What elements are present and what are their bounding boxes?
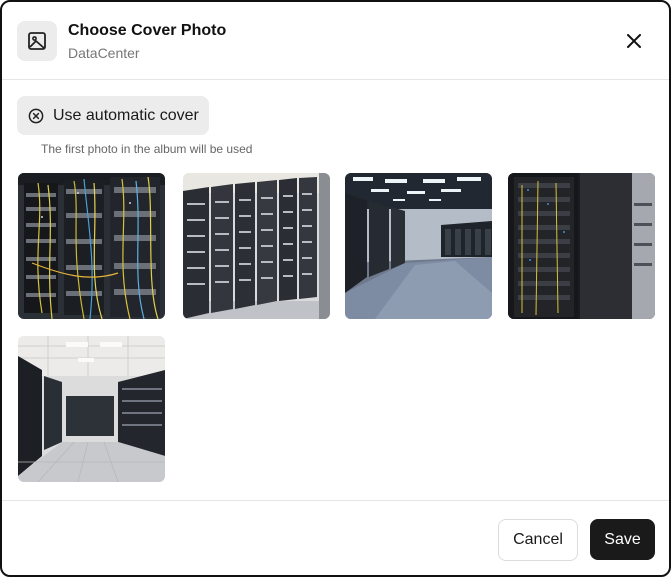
dialog-header: Choose Cover Photo DataCenter bbox=[2, 2, 669, 80]
save-button[interactable]: Save bbox=[590, 519, 655, 560]
close-button[interactable] bbox=[623, 30, 645, 52]
use-automatic-cover-button[interactable]: Use automatic cover bbox=[17, 96, 209, 135]
circle-x-icon bbox=[28, 108, 44, 124]
cancel-button[interactable]: Cancel bbox=[498, 519, 578, 561]
dialog-title: Choose Cover Photo bbox=[68, 22, 227, 39]
photo-server-aisle[interactable] bbox=[183, 173, 330, 319]
automatic-cover-hint: The first photo in the album will be use… bbox=[41, 142, 253, 156]
automatic-cover-label: Use automatic cover bbox=[53, 106, 199, 124]
cover-photo-dialog: Choose Cover Photo DataCenter Use automa… bbox=[0, 0, 671, 577]
dialog-footer: Cancel Save bbox=[2, 500, 669, 575]
album-name: DataCenter bbox=[68, 45, 140, 61]
photo-server-hall-lit[interactable] bbox=[345, 173, 492, 319]
photo-cabling-racks[interactable] bbox=[18, 173, 165, 319]
image-icon bbox=[17, 21, 57, 61]
photo-white-room-racks[interactable] bbox=[18, 336, 165, 482]
close-icon bbox=[627, 34, 641, 48]
photo-dark-racks[interactable] bbox=[508, 173, 655, 319]
